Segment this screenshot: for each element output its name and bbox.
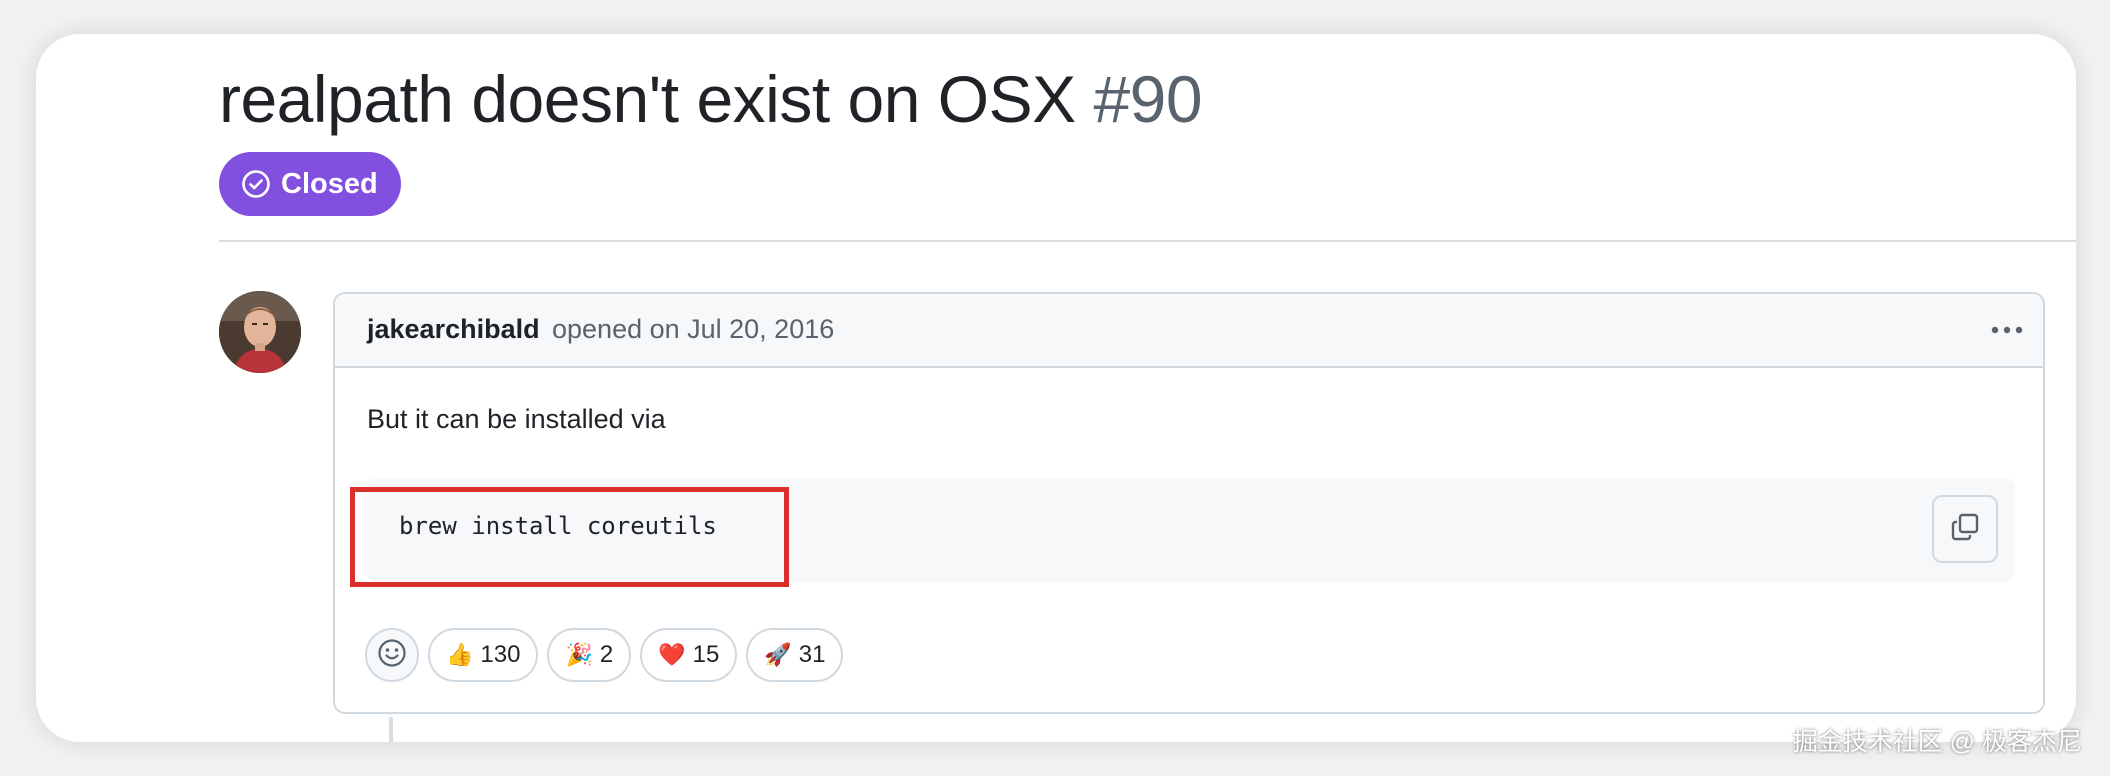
reaction-count: 2 <box>599 641 614 668</box>
avatar[interactable] <box>219 291 301 373</box>
issue-number: #90 <box>1093 62 1203 136</box>
watermark: 掘金技术社区 @ 极客杰尼 <box>1792 728 2082 756</box>
highlight-annotation-box <box>350 487 789 587</box>
issue-title: realpath doesn't exist on OSX #90 <box>219 62 1203 138</box>
reaction-hooray[interactable]: 🎉 2 <box>547 628 632 682</box>
timeline-line <box>389 717 393 742</box>
add-reaction-button[interactable] <box>365 628 419 682</box>
issue-state-badge: Closed <box>219 152 401 216</box>
copy-button[interactable] <box>1932 495 1998 563</box>
smiley-icon <box>376 637 408 674</box>
comment-author-link[interactable]: jakearchibald <box>367 314 540 345</box>
comment-header: jakearchibald opened on Jul 20, 2016 <box>335 294 2043 368</box>
reaction-count: 15 <box>692 641 720 668</box>
kebab-horizontal-icon[interactable] <box>1987 310 2027 350</box>
thumbs-up-icon: 👍 <box>446 642 474 667</box>
copy-icon <box>1949 511 1981 548</box>
reaction-thumbs-up[interactable]: 👍 130 <box>428 628 539 682</box>
rocket-icon: 🚀 <box>764 642 792 667</box>
issue-state-label: Closed <box>281 167 378 200</box>
reaction-rocket[interactable]: 🚀 31 <box>746 628 844 682</box>
issue-title-text: realpath doesn't exist on OSX <box>219 62 1076 136</box>
check-circle-icon <box>241 169 271 199</box>
reaction-heart[interactable]: ❤️ 15 <box>640 628 738 682</box>
issue-comment: jakearchibald opened on Jul 20, 2016 But… <box>333 292 2045 714</box>
party-popper-icon: 🎉 <box>565 642 593 667</box>
comment-body-text: But it can be installed via <box>367 404 666 434</box>
heart-icon: ❤️ <box>658 642 686 667</box>
header-divider <box>219 240 2076 242</box>
reactions-bar: 👍 130 🎉 2 ❤️ 15 🚀 31 <box>365 628 844 682</box>
comment-meta: opened on Jul 20, 2016 <box>552 314 835 344</box>
reaction-count: 31 <box>798 641 826 668</box>
reaction-count: 130 <box>480 641 521 668</box>
issue-card: realpath doesn't exist on OSX #90 Closed… <box>36 34 2076 742</box>
